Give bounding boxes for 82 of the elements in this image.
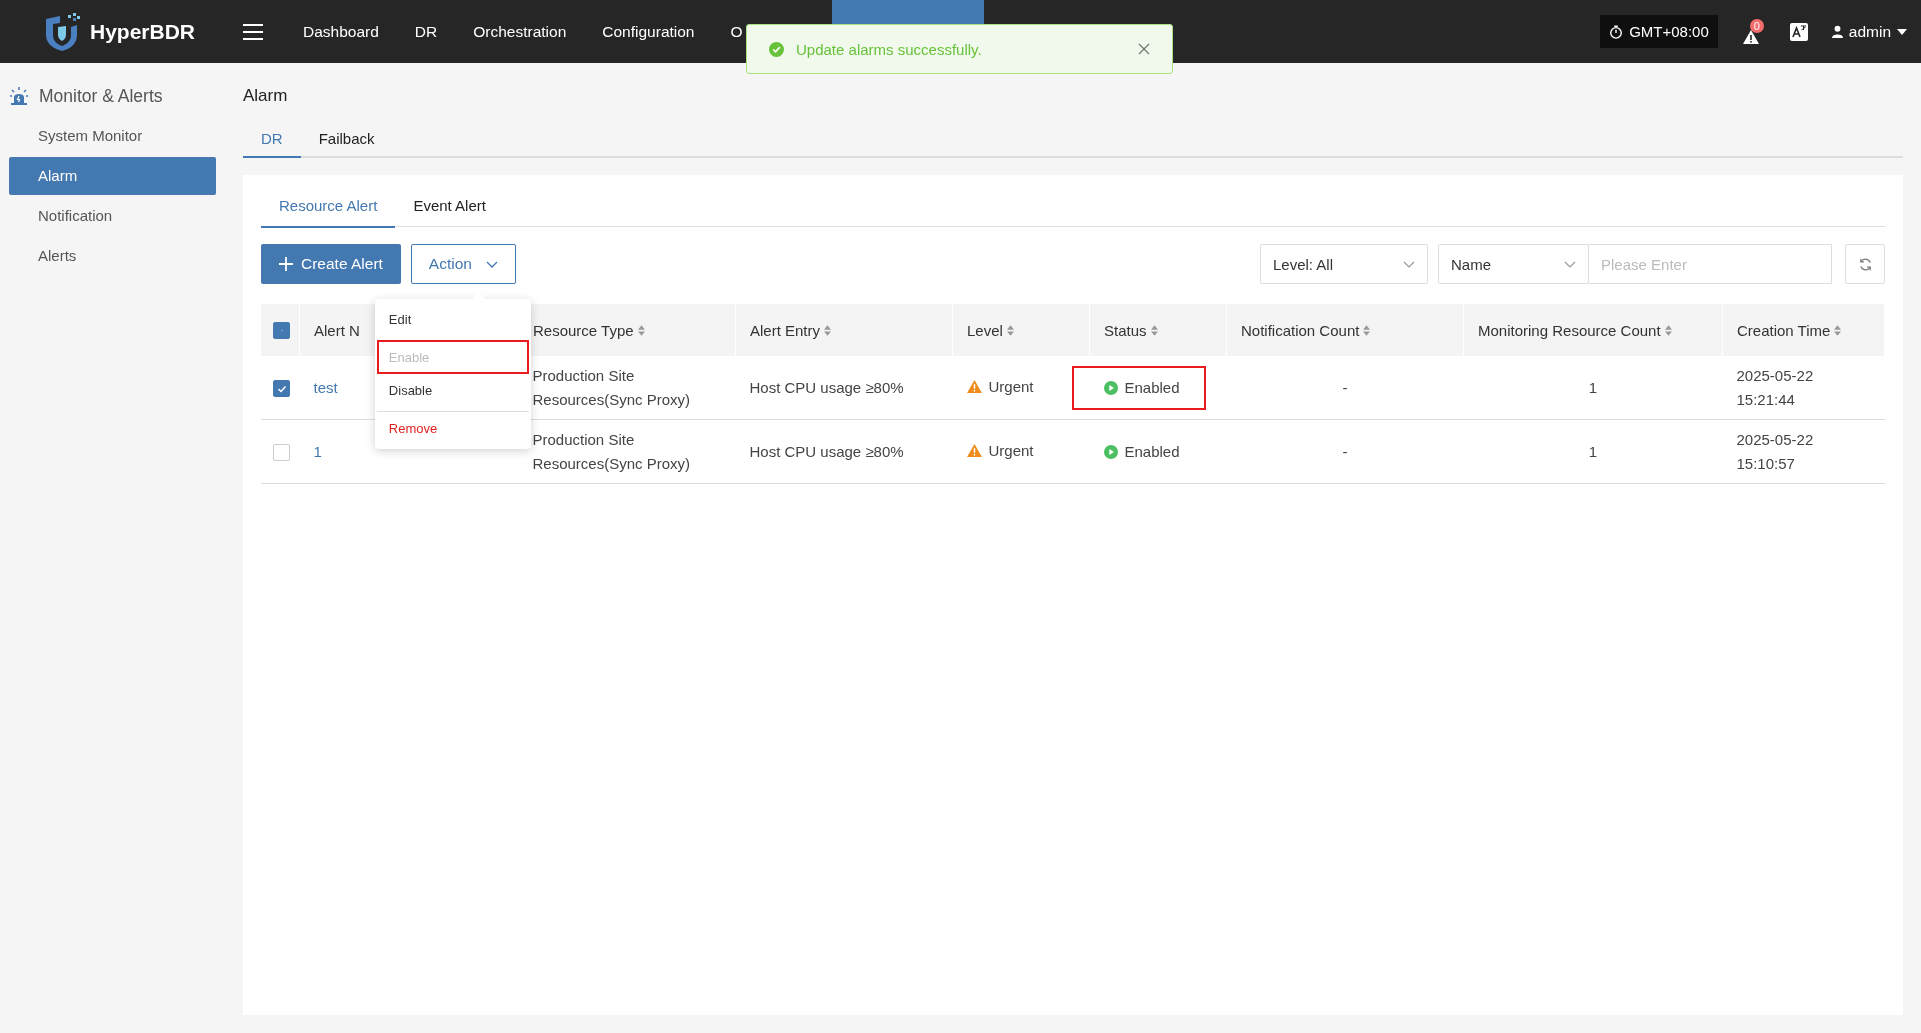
alert-name-link[interactable]: test [313, 378, 338, 396]
sort-icon [1664, 324, 1672, 336]
menu-item[interactable]: Remove [376, 411, 529, 445]
plus-icon [279, 257, 293, 271]
nav-link[interactable]: Orchestration [473, 22, 567, 41]
sort-icon [1834, 324, 1842, 336]
sidebar-title: Monitor & Alerts [39, 85, 163, 107]
resource-type-cell: Production Site Resources(Sync Proxy) [532, 366, 691, 408]
column-header[interactable]: Level [952, 304, 1090, 356]
user-icon [1831, 25, 1843, 38]
column-header[interactable]: Notification Count [1226, 304, 1464, 356]
notification-count-cell: - [1342, 442, 1348, 460]
status-cell: Enabled [1073, 367, 1204, 408]
menu-item[interactable]: Disable [376, 374, 529, 408]
chevron-down-icon [485, 260, 498, 268]
sort-icon [1006, 324, 1014, 336]
create-alert-button[interactable]: Create Alert [261, 244, 401, 284]
stopwatch-icon [1609, 24, 1624, 39]
resource-count-cell: 1 [1588, 442, 1598, 460]
select-all-checkbox[interactable] [273, 322, 290, 340]
menu-icon[interactable] [243, 23, 264, 40]
resource-count-cell: 1 [1588, 378, 1598, 396]
refresh-button[interactable] [1845, 244, 1885, 284]
close-icon[interactable] [1138, 43, 1150, 55]
refresh-icon [1857, 256, 1873, 272]
level-label: Urgent [988, 376, 1034, 397]
warning-icon [1741, 28, 1760, 45]
app-name: HyperBDR [90, 19, 196, 44]
column-header[interactable]: Monitoring Resource Count [1463, 304, 1723, 356]
row-checkbox[interactable] [273, 380, 290, 398]
play-circle-icon [1103, 444, 1118, 459]
caret-icon [1897, 28, 1907, 35]
sort-icon [824, 324, 832, 336]
sort-icon [637, 324, 645, 336]
sort-icon [1150, 324, 1158, 336]
tab[interactable]: Failback [300, 130, 393, 158]
alert-name-link[interactable]: 1 [313, 442, 322, 460]
page-title: Alarm [243, 86, 289, 107]
column-header[interactable]: Creation Time [1722, 304, 1885, 356]
username: admin [1848, 22, 1891, 41]
alert-entry-cell: Host CPU usage ≥80% [749, 378, 904, 396]
nav-link[interactable]: DR [414, 22, 438, 41]
row-checkbox[interactable] [273, 444, 290, 462]
sidebar-item[interactable]: Alarm [9, 157, 216, 195]
nav-link[interactable]: Dashboard [303, 22, 379, 41]
nav-link[interactable]: O [730, 22, 743, 41]
nav-link[interactable]: Configuration [602, 22, 695, 41]
play-circle-icon [1103, 380, 1118, 395]
user-menu[interactable]: admin [1831, 22, 1907, 41]
column-header[interactable]: Alert Entry [735, 304, 953, 356]
sidebar-item[interactable]: Alerts [9, 237, 216, 275]
timezone-label: GMT+08:00 [1629, 23, 1709, 40]
search-field-select[interactable]: Name [1438, 244, 1589, 284]
status-cell: Enabled [1073, 431, 1204, 472]
alert-entry-cell: Host CPU usage ≥80% [749, 442, 904, 460]
chevron-down-icon [1403, 260, 1415, 268]
tab[interactable]: Event Alert [395, 197, 504, 228]
warning-icon [966, 444, 982, 458]
warning-icon [966, 380, 982, 394]
column-header[interactable]: Status [1089, 304, 1227, 356]
translate-icon[interactable] [1789, 22, 1808, 41]
action-button[interactable]: Action [410, 244, 516, 284]
shield-logo-icon [44, 12, 80, 51]
sidebar-item[interactable]: System Monitor [9, 117, 216, 155]
creation-time-cell-text: 2025-05-22 15:10:57 [1736, 429, 1815, 474]
level-filter-select[interactable]: Level: All [1260, 244, 1428, 284]
tab[interactable]: Resource Alert [261, 197, 396, 228]
notification-count-cell: - [1342, 378, 1348, 396]
tab[interactable]: DR [243, 130, 301, 158]
search-field[interactable]: Please Enter [1589, 244, 1832, 284]
level-label: Urgent [988, 440, 1034, 461]
siren-icon [9, 86, 29, 106]
timezone-button[interactable]: GMT+08:00 [1600, 15, 1718, 48]
chevron-down-icon [1564, 260, 1576, 268]
resource-type-cell: Production Site Resources(Sync Proxy) [532, 430, 691, 472]
sort-icon [1363, 324, 1371, 336]
sidebar-item[interactable]: Notification [9, 197, 216, 235]
check-circle-icon [769, 41, 784, 57]
toast-message: Update alarms successfully. [796, 40, 983, 58]
creation-time-cell-text: 2025-05-22 15:21:44 [1736, 365, 1815, 410]
notification-badge: 0 [1749, 18, 1764, 33]
check-icon [276, 383, 287, 394]
